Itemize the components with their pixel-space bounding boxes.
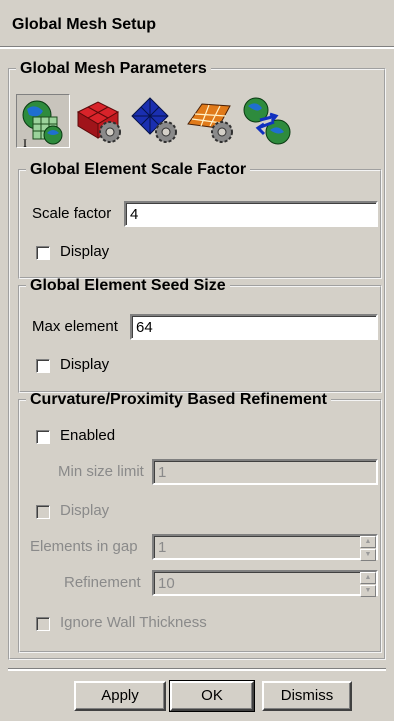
refinement-display-checkbox[interactable] — [36, 505, 50, 519]
mesh-tool-icon-bar: I — [16, 94, 296, 150]
scale-factor-display-label: Display — [60, 243, 110, 260]
surface-mesh-gear-icon[interactable] — [184, 94, 238, 148]
globe-arrows-icon[interactable] — [240, 94, 294, 148]
ignore-wall-thickness-checkbox[interactable] — [36, 617, 50, 631]
min-size-limit-input[interactable]: 1 — [152, 459, 378, 485]
spin-up-icon[interactable]: ▲ — [360, 572, 376, 584]
scale-factor-label: Scale factor — [32, 205, 112, 222]
max-element-label: Max element — [32, 318, 118, 335]
mesh-gear-blue-icon[interactable] — [128, 94, 182, 148]
button-separator — [8, 668, 386, 671]
refinement-value-label: Refinement — [64, 574, 141, 591]
elements-in-gap-input[interactable]: 1 — [152, 534, 378, 560]
max-element-input[interactable]: 64 — [130, 314, 378, 340]
min-size-limit-label: Min size limit — [58, 463, 144, 480]
elements-in-gap-spinner[interactable]: ▲ ▼ — [360, 536, 376, 561]
refinement-legend: Curvature/Proximity Based Refinement — [30, 391, 327, 408]
spin-down-icon[interactable]: ▼ — [360, 585, 376, 597]
scale-factor-legend: Global Element Scale Factor — [30, 161, 247, 178]
seed-size-display-checkbox[interactable] — [36, 359, 50, 373]
refinement-value-input[interactable]: 10 — [152, 570, 378, 596]
global-mesh-icon[interactable]: I — [16, 94, 70, 150]
global-mesh-parameters-legend: Global Mesh Parameters — [20, 60, 207, 77]
title-separator — [0, 46, 394, 49]
dismiss-button[interactable]: Dismiss — [262, 681, 352, 711]
mesh-gear-red-icon[interactable] — [72, 94, 126, 148]
scale-factor-input[interactable]: 4 — [124, 201, 378, 227]
dialog-title: Global Mesh Setup — [12, 16, 157, 33]
refinement-display-label: Display — [60, 502, 110, 519]
seed-size-display-label: Display — [60, 356, 110, 373]
apply-button[interactable]: Apply — [74, 681, 166, 711]
spin-up-icon[interactable]: ▲ — [360, 536, 376, 548]
dialog-titlebar: Global Mesh Setup — [0, 0, 394, 49]
svg-text:I: I — [23, 136, 27, 149]
ok-button[interactable]: OK — [169, 680, 255, 712]
seed-size-legend: Global Element Seed Size — [30, 277, 226, 294]
spin-down-icon[interactable]: ▼ — [360, 549, 376, 561]
scale-factor-display-checkbox[interactable] — [36, 246, 50, 260]
ignore-wall-thickness-label: Ignore Wall Thickness — [60, 614, 207, 631]
refinement-enabled-label: Enabled — [60, 427, 116, 444]
refinement-enabled-checkbox[interactable] — [36, 430, 50, 444]
elements-in-gap-label: Elements in gap — [30, 538, 138, 555]
refinement-value-spinner[interactable]: ▲ ▼ — [360, 572, 376, 597]
